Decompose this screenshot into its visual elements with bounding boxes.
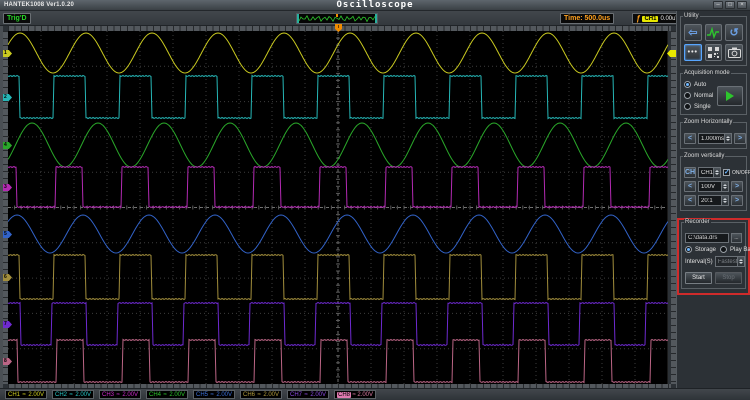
- maximize-button[interactable]: □: [725, 1, 735, 9]
- probe-ratio-select[interactable]: 20:1: [698, 195, 729, 206]
- main-area: Trig'D Time: 500.0us ƒ CH1 0.00uV 124356…: [0, 11, 684, 388]
- acquisition-panel: Acquisition mode Auto Normal Single: [680, 70, 747, 115]
- channel-status-ch8[interactable]: CH8 ≈2.00V: [334, 390, 376, 399]
- volts-decrease-button[interactable]: <: [684, 181, 696, 192]
- coupling-icon: ≈: [163, 391, 167, 398]
- trigger-source-tag: CH1: [642, 15, 659, 22]
- channel-status-ch6[interactable]: CH6 ≈2.00V: [240, 390, 282, 399]
- spinner-icon[interactable]: [713, 168, 721, 177]
- undo-arrow-icon: ↺: [729, 26, 739, 39]
- grid-display-button[interactable]: [704, 44, 723, 61]
- window-title: Oscilloscope: [336, 0, 414, 10]
- coupling-icon: ≈: [116, 391, 120, 398]
- volts-increase-button[interactable]: >: [731, 181, 743, 192]
- spinner-icon[interactable]: [721, 196, 728, 205]
- buffer-preview[interactable]: [296, 13, 378, 24]
- utility-panel: Utility ⇦ ↺ •••: [680, 13, 747, 66]
- volts-select[interactable]: 100V: [698, 181, 729, 192]
- onoff-label: ON/OFF: [732, 169, 750, 176]
- trigger-status-badge: Trig'D: [3, 13, 31, 24]
- record-start-button[interactable]: Start: [685, 272, 712, 284]
- toolbar: Trig'D Time: 500.0us ƒ CH1 0.00uV: [0, 11, 684, 29]
- waveform-display[interactable]: [7, 31, 669, 384]
- acquisition-single-radio[interactable]: Single: [684, 103, 713, 110]
- channel-status-ch4[interactable]: CH4 ≈2.00V: [146, 390, 188, 399]
- waveform-button[interactable]: [704, 24, 723, 41]
- close-button[interactable]: ×: [737, 1, 747, 9]
- interval-label: Interval(S): [685, 258, 713, 265]
- back-arrow-icon: ⇦: [688, 26, 698, 39]
- trigger-slope-icon: ƒ: [636, 14, 641, 23]
- run-button[interactable]: [717, 85, 743, 106]
- channel-select[interactable]: CH1: [698, 167, 722, 178]
- minimize-button[interactable]: –: [713, 1, 723, 9]
- coupling-icon: ≈: [69, 391, 73, 398]
- scope-area: 12435678T: [0, 25, 676, 388]
- trigger-level-marker[interactable]: [667, 50, 676, 57]
- title-bar: HANTEK1008 Ver1.0.20 Oscilloscope – □ ×: [0, 0, 750, 11]
- radio-icon: [684, 103, 691, 110]
- acquisition-label: Acquisition mode: [683, 70, 731, 76]
- zoom-vertical-label: Zoom vertically: [683, 153, 726, 159]
- camera-icon: [727, 47, 741, 58]
- record-file-input[interactable]: [685, 233, 729, 243]
- coupling-icon: ≈: [304, 391, 308, 398]
- zoom-horizontal-panel: Zoom Horizontally < 1.000ms >: [680, 119, 747, 149]
- channel-status-ch1[interactable]: CH1 ≈2.00V: [5, 390, 47, 399]
- utility-label: Utility: [683, 13, 700, 19]
- recorder-highlight: Recorder ... Storage Play Back Interval(…: [677, 218, 750, 295]
- spinner-icon[interactable]: [721, 182, 728, 191]
- back-button[interactable]: ⇦: [684, 24, 702, 41]
- zoom-horizontal-label: Zoom Horizontally: [683, 119, 734, 125]
- channel-button[interactable]: CH: [684, 167, 696, 178]
- spinner-icon: [737, 257, 745, 266]
- more-options-button[interactable]: •••: [684, 44, 702, 61]
- probe-decrease-button[interactable]: <: [684, 195, 696, 206]
- channel-status-ch5[interactable]: CH5 ≈2.00V: [193, 390, 235, 399]
- record-stop-button[interactable]: Stop: [715, 272, 742, 284]
- recorder-panel: Recorder ... Storage Play Back Interval(…: [681, 219, 750, 289]
- qr-grid-icon: [707, 47, 719, 58]
- timebase-decrease-button[interactable]: <: [684, 133, 696, 144]
- coupling-icon: ≈: [257, 391, 261, 398]
- channel-onoff-checkbox[interactable]: [723, 168, 731, 176]
- probe-increase-button[interactable]: >: [731, 195, 743, 206]
- playback-radio[interactable]: Play Back: [720, 246, 750, 253]
- channel-status-bar: CH1 ≈2.00V CH2 ≈2.00V CH3 ≈2.00V CH4 ≈2.00V …: [0, 388, 750, 400]
- storage-radio[interactable]: Storage: [685, 246, 716, 253]
- coupling-icon: ≈: [352, 391, 356, 398]
- channel-status-ch7[interactable]: CH7 ≈2.00V: [287, 390, 329, 399]
- channel-status-ch2[interactable]: CH2 ≈2.00V: [52, 390, 94, 399]
- spinner-icon[interactable]: [724, 134, 732, 143]
- ellipsis-icon: •••: [687, 49, 698, 56]
- radio-icon: [684, 81, 691, 88]
- timebase-increase-button[interactable]: >: [734, 133, 747, 144]
- radio-icon: [684, 92, 691, 99]
- browse-button[interactable]: ...: [731, 233, 742, 243]
- snapshot-button[interactable]: [725, 44, 743, 61]
- coupling-icon: ≈: [22, 391, 26, 398]
- play-icon: [726, 90, 735, 101]
- radio-icon: [720, 246, 728, 253]
- interval-select[interactable]: Fastest: [714, 256, 746, 267]
- timebase-select[interactable]: 1.000ms: [698, 133, 733, 144]
- channel-status-ch3[interactable]: CH3 ≈2.00V: [99, 390, 141, 399]
- pulse-icon: [707, 26, 720, 39]
- coupling-icon: ≈: [210, 391, 214, 398]
- recorder-label: Recorder: [684, 219, 711, 225]
- acquisition-auto-radio[interactable]: Auto: [684, 81, 713, 88]
- radio-icon: [685, 246, 692, 253]
- reset-button[interactable]: ↺: [725, 24, 743, 41]
- acquisition-normal-radio[interactable]: Normal: [684, 92, 713, 99]
- timebase-readout: Time: 500.0us: [560, 13, 615, 24]
- control-sidebar: Utility ⇦ ↺ ••• Acquisition mode Auto No…: [676, 11, 750, 388]
- zoom-vertical-panel: Zoom vertically CH CH1 ON/OFF < 100V > <…: [680, 153, 750, 211]
